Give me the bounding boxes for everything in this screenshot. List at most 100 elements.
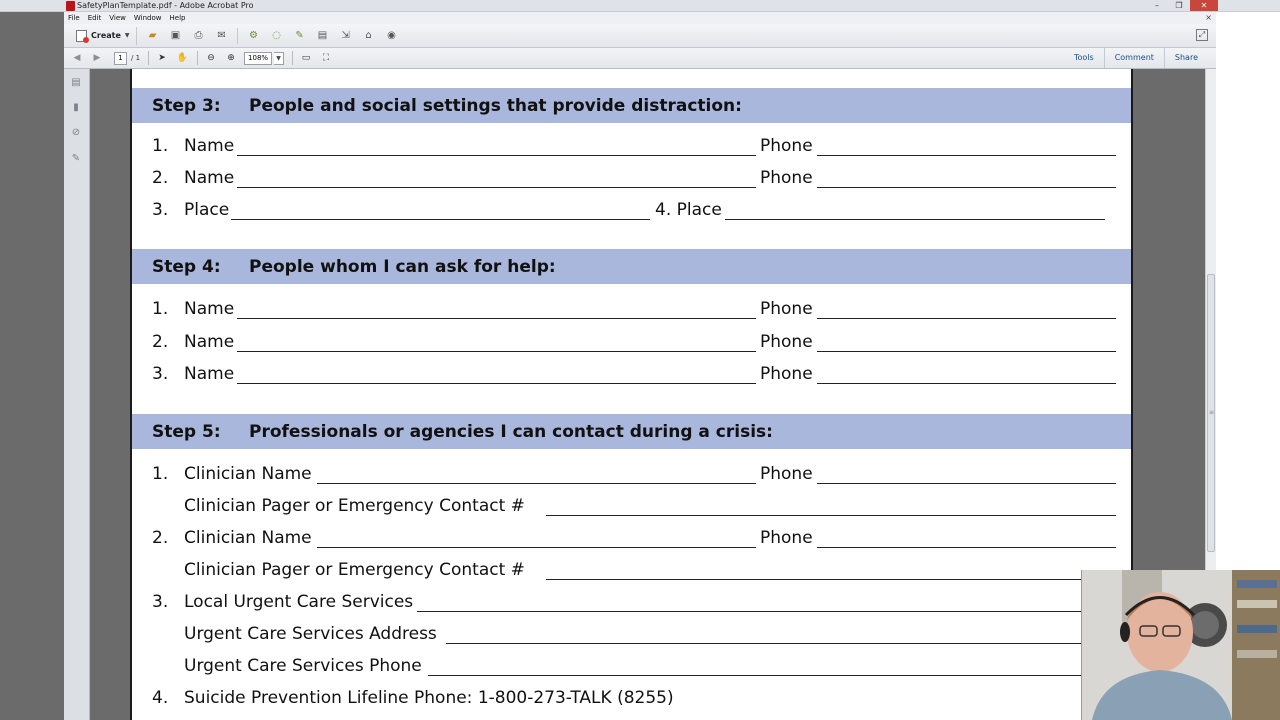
row-number: 1. xyxy=(152,464,169,484)
create-label: Create xyxy=(91,31,121,40)
clinician-name-label: Clinician Name xyxy=(184,528,312,548)
name-label: Name xyxy=(184,168,235,188)
step5-header: Step 5: Professionals or agencies I can … xyxy=(132,414,1131,449)
urgent-care-phone-label: Urgent Care Services Phone xyxy=(184,656,422,676)
folder-open-icon[interactable]: ▰ xyxy=(146,29,160,43)
nav-divider xyxy=(148,51,150,65)
step5-number: Step 5: xyxy=(152,421,221,442)
zoom-level-input[interactable]: 108% xyxy=(244,51,273,65)
minimize-button[interactable]: – xyxy=(1146,0,1168,11)
fit-page-icon[interactable]: ▭ xyxy=(299,51,313,65)
row-number: 4. xyxy=(152,688,169,708)
settings-gear-icon[interactable]: ⚙ xyxy=(247,29,261,43)
export-icon[interactable]: ⇲ xyxy=(339,29,353,43)
menu-view[interactable]: View xyxy=(105,12,130,24)
document-viewport: Step 3: People and social settings that … xyxy=(90,69,1205,720)
urgent-care-address-field-line[interactable] xyxy=(446,643,1081,644)
tools-link[interactable]: Tools xyxy=(1064,48,1104,68)
save-icon[interactable]: ▣ xyxy=(169,29,183,43)
phone-field-line[interactable] xyxy=(817,351,1116,352)
urgent-care-field-line[interactable] xyxy=(417,611,1081,612)
email-icon[interactable]: ✉ xyxy=(215,29,229,43)
zoom-in-icon[interactable]: ⊕ xyxy=(224,51,238,65)
clinician-name-field-line[interactable] xyxy=(317,483,756,484)
menu-file[interactable]: File xyxy=(64,12,84,24)
nav-divider xyxy=(292,51,294,65)
clinician-name-field-line[interactable] xyxy=(317,547,756,548)
row-number: 2. xyxy=(152,168,169,188)
share-link[interactable]: Share xyxy=(1163,48,1208,68)
zoom-out-icon[interactable]: ⊖ xyxy=(204,51,218,65)
row-number: 1. xyxy=(152,299,169,319)
menu-window[interactable]: Window xyxy=(130,12,166,24)
urgent-care-phone-field-line[interactable] xyxy=(428,675,1081,676)
window-title: SafetyPlanTemplate.pdf - Adobe Acrobat P… xyxy=(77,1,254,10)
name-label: Name xyxy=(184,299,235,319)
nav-divider xyxy=(197,51,199,65)
place-field-line[interactable] xyxy=(231,219,650,220)
phone-label: Phone xyxy=(760,528,813,548)
phone-label: Phone xyxy=(760,168,813,188)
row-number: 3. xyxy=(152,592,169,612)
next-page-icon[interactable]: ▶ xyxy=(90,51,104,65)
phone-field-line[interactable] xyxy=(817,318,1116,319)
step4-header: Step 4: People whom I can ask for help: xyxy=(132,249,1131,284)
pager-contact-field-line[interactable] xyxy=(546,579,1081,580)
webcam-overlay xyxy=(1081,570,1280,720)
row-number: 2. xyxy=(152,332,169,352)
name-field-line[interactable] xyxy=(237,351,756,352)
document-icon[interactable]: ▤ xyxy=(316,29,330,43)
signatures-icon[interactable]: ✎ xyxy=(70,153,82,165)
navigation-bar: ◀ ▶ 1 / 1 ➤ ✋ ⊖ ⊕ 108% ▼ ▭ ⛶ Tools Comme… xyxy=(64,48,1216,69)
comment-icon[interactable]: ◌ xyxy=(270,29,284,43)
close-document-icon[interactable]: × xyxy=(1205,12,1212,24)
phone-label: Phone xyxy=(760,136,813,156)
previous-page-icon[interactable]: ◀ xyxy=(70,51,84,65)
attachments-icon[interactable]: ⊘ xyxy=(70,127,82,139)
place-field-line[interactable] xyxy=(725,219,1105,220)
row-number: 2. xyxy=(152,528,169,548)
name-field-line[interactable] xyxy=(237,318,756,319)
window-controls: – ❐ ✕ xyxy=(1146,0,1218,12)
expand-icon[interactable]: ⤢ xyxy=(1196,29,1208,41)
phone-label: Phone xyxy=(760,364,813,384)
webcam-person-image xyxy=(1082,570,1280,720)
select-cursor-icon[interactable]: ➤ xyxy=(155,51,169,65)
name-field-line[interactable] xyxy=(237,155,756,156)
phone-label: Phone xyxy=(760,464,813,484)
hand-tool-icon[interactable]: ✋ xyxy=(175,51,189,65)
stamp-icon[interactable]: ⌂ xyxy=(362,29,376,43)
create-button[interactable]: Create ▼ xyxy=(70,26,137,45)
phone-field-line[interactable] xyxy=(817,187,1116,188)
menu-help[interactable]: Help xyxy=(166,12,190,24)
fit-width-icon[interactable]: ⛶ xyxy=(319,51,333,65)
bookmarks-icon[interactable]: ▮ xyxy=(70,102,82,114)
page-number-input[interactable]: 1 xyxy=(114,51,127,65)
maximize-button[interactable]: ❐ xyxy=(1168,0,1190,11)
page-thumbnails-icon[interactable]: ▤ xyxy=(70,77,82,89)
toolbar-divider xyxy=(236,27,238,44)
chevron-down-icon: ▼ xyxy=(124,32,130,39)
phone-field-line[interactable] xyxy=(817,383,1116,384)
sign-icon[interactable]: ✎ xyxy=(293,29,307,43)
name-label: Name xyxy=(184,136,235,156)
row-number: 1. xyxy=(152,136,169,156)
comment-link[interactable]: Comment xyxy=(1103,48,1164,68)
name-field-line[interactable] xyxy=(237,383,756,384)
phone-field-line[interactable] xyxy=(817,155,1116,156)
pdf-page: Step 3: People and social settings that … xyxy=(130,69,1133,720)
phone-field-line[interactable] xyxy=(817,483,1116,484)
print-icon[interactable]: ⎙ xyxy=(192,29,206,43)
row-number: 3. xyxy=(152,200,169,220)
close-button[interactable]: ✕ xyxy=(1190,0,1218,11)
name-field-line[interactable] xyxy=(237,187,756,188)
pager-contact-field-line[interactable] xyxy=(546,515,1116,516)
urgent-care-label: Local Urgent Care Services xyxy=(184,592,414,612)
clinician-name-label: Clinician Name xyxy=(184,464,312,484)
phone-field-line[interactable] xyxy=(817,547,1116,548)
phone-label: Phone xyxy=(760,332,813,352)
acrobat-app-icon xyxy=(66,1,75,11)
pin-icon[interactable]: ◉ xyxy=(385,29,399,43)
zoom-dropdown-icon[interactable]: ▼ xyxy=(274,51,285,65)
menu-edit[interactable]: Edit xyxy=(84,12,106,24)
